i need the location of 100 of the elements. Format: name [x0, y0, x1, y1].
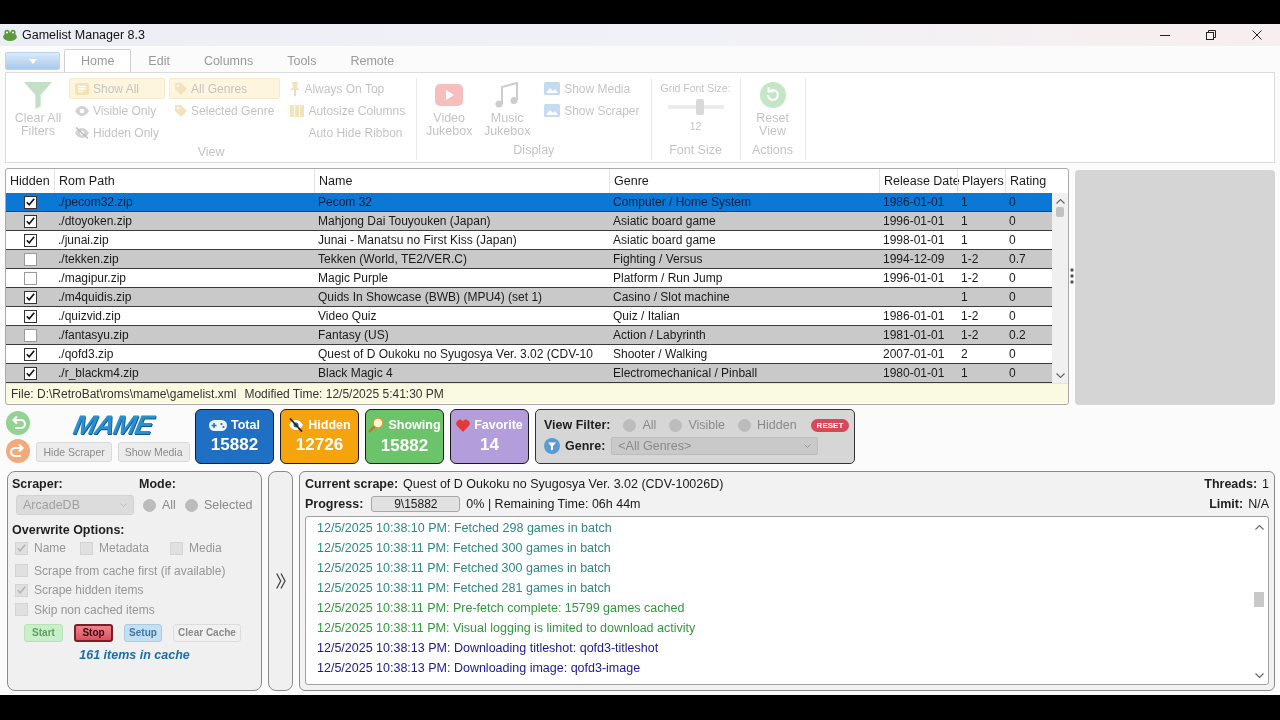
table-row[interactable]: ./fantasyu.zip Fantasy (US) Action / Labyrinth 1981-01-01 1-2 0.2 — [6, 326, 1052, 345]
scroll-down-icon[interactable] — [1055, 373, 1065, 378]
table-cell-text: Asiatic board game — [612, 213, 717, 230]
checkbox[interactable] — [23, 366, 37, 380]
threads-value: 1 — [1262, 477, 1269, 491]
checkbox[interactable] — [23, 328, 37, 342]
table-cell-text: 0 — [1008, 308, 1017, 325]
progress-label: Progress: — [305, 497, 364, 511]
undo-icon[interactable] — [6, 410, 30, 435]
table-cell-text: 0 — [1008, 270, 1017, 287]
close-icon[interactable] — [1252, 30, 1262, 40]
table-cell-text: Pecom 32 — [317, 194, 374, 211]
stat-label: Hidden — [308, 418, 351, 432]
heart-icon — [456, 418, 471, 432]
table-cell-text: ./qofd3.zip — [57, 346, 115, 363]
table-cell-text: 1980-01-01 — [882, 365, 946, 382]
cache-count-text: 161 items in cache — [78, 647, 191, 662]
eye-slash-icon — [75, 126, 89, 139]
table-row[interactable]: ./m4quidis.zip Quids In Showcase (BWB) (MPU4) (set 1) Casino / Slot machine 1 0 — [6, 288, 1052, 307]
restore-icon[interactable] — [1206, 30, 1216, 40]
checkbox[interactable] — [23, 290, 37, 304]
column-header[interactable]: Hidden — [6, 169, 54, 193]
table-cell-text: Platform / Run Jump — [612, 270, 724, 287]
radio-label: Selected — [203, 498, 253, 512]
checkbox[interactable] — [23, 252, 37, 266]
table-cell-text: 1994-12-09 — [882, 251, 946, 268]
table-cell-text: ./dtoyoken.zip — [57, 213, 134, 230]
table-cell-text: ./pecom32.zip — [57, 194, 134, 211]
scroll-down-icon[interactable] — [1254, 673, 1264, 678]
scroll-up-icon[interactable] — [1254, 525, 1264, 530]
tag-icon — [175, 82, 188, 95]
genre-label: Genre: — [565, 439, 606, 453]
pin-icon — [290, 81, 301, 96]
grip-dots-icon[interactable] — [1070, 267, 1074, 284]
radio-label: All — [162, 498, 176, 512]
toolbar-button[interactable]: Hide Scraper — [36, 442, 112, 462]
redo-icon[interactable] — [6, 438, 30, 463]
eye-slash-icon — [288, 418, 305, 432]
table-row[interactable]: ./dtoyoken.zip Mahjong Dai Touyouken (Japan) Asiatic board game 1996-01-01 1 0 — [6, 212, 1052, 231]
checkbox[interactable] — [23, 271, 37, 285]
menu-dropdown-button[interactable] — [5, 52, 60, 70]
progress-count-text: 9\15882 — [394, 497, 438, 511]
table-row[interactable]: ./r_blackm4.zip Black Magic 4 Electromechanical / Pinball 1980-01-01 1 0 — [6, 364, 1052, 383]
scroll-up-icon[interactable] — [1055, 199, 1065, 204]
checkbox[interactable] — [23, 195, 37, 209]
checkbox[interactable] — [23, 309, 37, 323]
video-play-icon — [435, 84, 464, 106]
table-cell-text: 0 — [1008, 289, 1017, 306]
scrollbar-thumb[interactable] — [1056, 207, 1064, 217]
table-row[interactable]: ./quizvid.zip Video Quiz Quiz / Italian 1986-01-01 1-2 0 — [6, 307, 1052, 326]
stat-value: 15882 — [380, 436, 429, 456]
scrollbar-thumb[interactable] — [1254, 592, 1264, 607]
stat-value: 14 — [480, 435, 499, 455]
stat-value: 15882 — [210, 435, 259, 455]
modified-time-text: Modified Time: 12/5/2025 5:41:30 PM — [244, 386, 444, 401]
checkbox-label: Skip non cached items — [34, 602, 155, 617]
checkbox-label: Scrape hidden items — [34, 583, 144, 598]
table-row[interactable]: ./magipur.zip Magic Purple Platform / Run Jump 1996-01-01 1-2 0 — [6, 269, 1052, 288]
window-title: Gamelist Manager 8.3 — [22, 28, 145, 42]
log-line: 12/5/2025 10:38:13 PM: Downloading titleshot: qofd3-titleshot — [317, 640, 660, 657]
radio-label: Hidden — [757, 418, 797, 432]
checkbox[interactable] — [23, 233, 37, 247]
image-icon — [544, 82, 561, 95]
reset-icon — [759, 82, 786, 108]
progress-info-text: 0% | Remaining Time: 06h 44m — [466, 497, 641, 511]
table-cell-text: 1-2 — [960, 251, 980, 268]
table-cell-text: 2 — [960, 346, 969, 363]
checkbox-label: Media — [189, 541, 222, 555]
table-row[interactable]: ./tekken.zip Tekken (World, TE2/VER.C) Fighting / Versus 1994-12-09 1-2 0.7 — [6, 250, 1052, 269]
table-cell-text: ./m4quidis.zip — [57, 289, 133, 306]
tag-icon — [175, 104, 188, 117]
table-cell-text: 1986-01-01 — [882, 194, 946, 211]
table-row[interactable]: ./pecom32.zip Pecom 32 Computer / Home System 1986-01-01 1 0 — [6, 193, 1052, 212]
table-cell-text: ./quizvid.zip — [57, 308, 122, 325]
table-cell-text: 0 — [1008, 346, 1017, 363]
table-cell-text: Quids In Showcase (BWB) (MPU4) (set 1) — [317, 289, 544, 306]
limit-label: Limit: — [1209, 497, 1244, 511]
scrollbar[interactable] — [1052, 193, 1068, 383]
table-cell-text: Video Quiz — [317, 308, 378, 325]
checkbox[interactable] — [23, 214, 37, 228]
table-row[interactable]: ./junai.zip Junai - Manatsu no First Kiss (Japan) Asiatic board game 1998-01-01 1 0 — [6, 231, 1052, 250]
eye-icon — [75, 105, 89, 116]
table-cell-text: Magic Purple — [317, 270, 390, 287]
table-row[interactable]: ./qofd3.zip Quest of D Oukoku no Syugosya Ver. 3.02 (CDV-10 Shooter / Walking 2007-01-01 2 0 — [6, 345, 1052, 364]
table-cell-text: 1998-01-01 — [882, 232, 946, 249]
table-cell-text: ./tekken.zip — [57, 251, 120, 268]
table-cell-text: 1 — [960, 232, 969, 249]
toolbar-button[interactable]: Show Media — [117, 442, 190, 462]
table-cell-text: 2007-01-01 — [882, 346, 946, 363]
minimize-icon[interactable] — [1160, 34, 1170, 36]
filter-icon — [544, 438, 560, 454]
view-filter-label: View Filter: — [544, 418, 611, 432]
caret-icon — [28, 58, 37, 64]
log-line: 12/5/2025 10:38:11 PM: Fetched 281 games in batch — [317, 580, 612, 597]
panel-toggle-button[interactable] — [268, 471, 293, 691]
current-scrape-label: Current scrape: — [305, 477, 399, 491]
table-cell-text: 1 — [960, 289, 969, 306]
table-cell-text: 1 — [960, 194, 969, 211]
checkbox[interactable] — [23, 347, 37, 361]
stat-value: 12726 — [295, 435, 344, 455]
